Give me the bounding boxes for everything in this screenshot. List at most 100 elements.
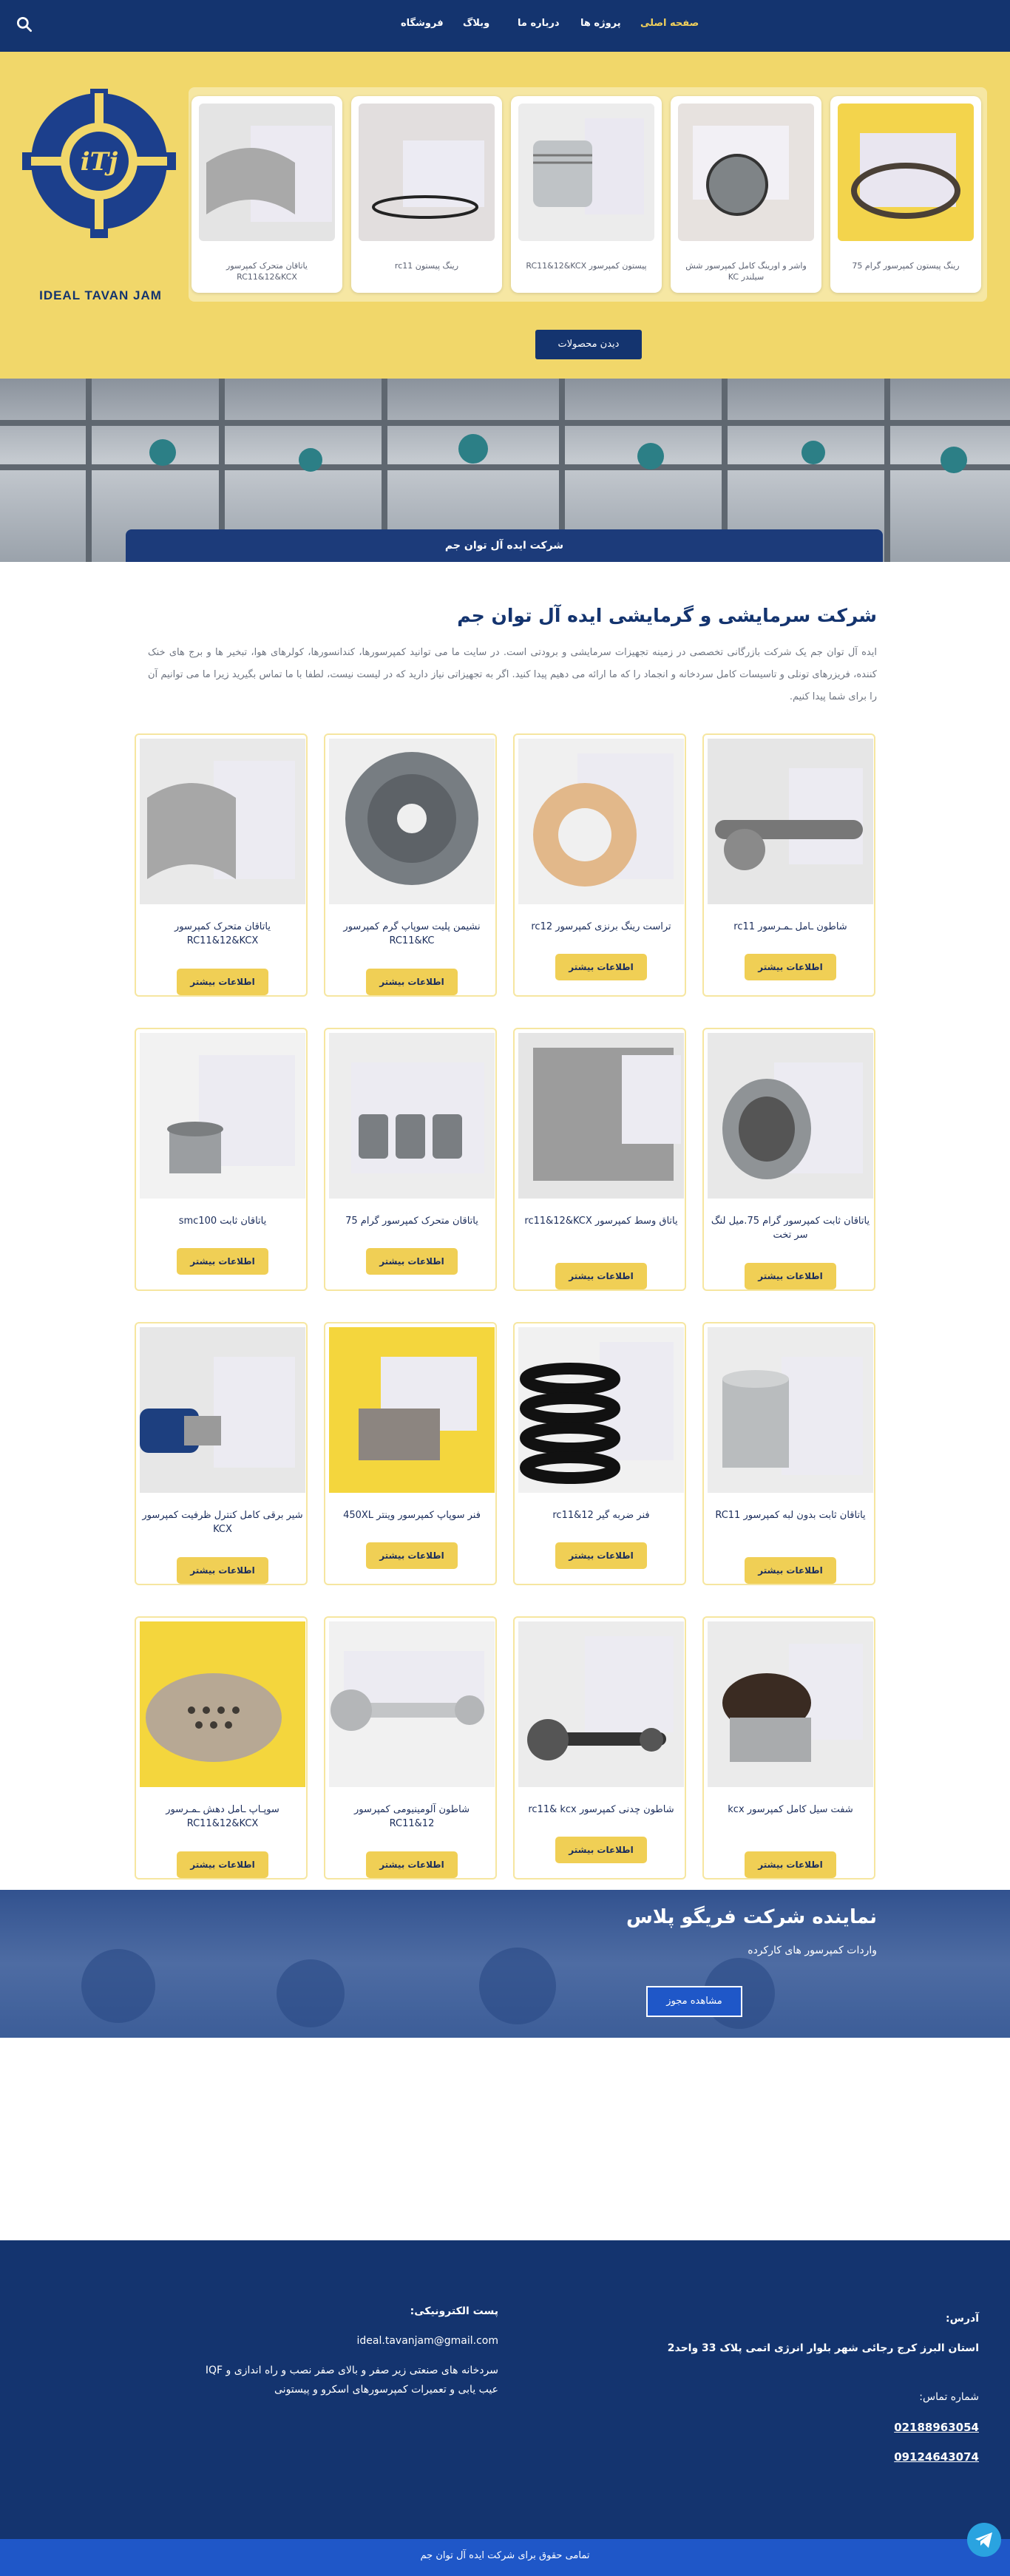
view-license-button[interactable]: مشاهده مجوز — [646, 1986, 742, 2017]
phone-link[interactable]: 09124643074 — [894, 2450, 979, 2464]
more-info-button[interactable]: اطلاعات بیشتر — [745, 1263, 836, 1289]
logo-text: IDEAL TAVAN JAM — [39, 288, 162, 302]
more-info-button[interactable]: اطلاعات بیشتر — [745, 1851, 836, 1878]
email-label: پست الکترونیکی: — [410, 2305, 498, 2317]
address-text: استان البرز کرج رجائی شهر بلوار انرژی ات… — [667, 2342, 979, 2354]
more-info-button[interactable]: اطلاعات بیشتر — [745, 1557, 836, 1584]
more-info-button[interactable]: اطلاعات بیشتر — [555, 1263, 647, 1289]
product-image — [708, 1621, 873, 1787]
more-info-button[interactable]: اطلاعات بیشتر — [177, 1851, 268, 1878]
more-info-button[interactable]: اطلاعات بیشتر — [366, 1542, 458, 1569]
product-image — [140, 1327, 305, 1493]
product-image — [518, 1327, 684, 1493]
product-card[interactable]: یاتاقان متحرک کمپرسور RC11&12&KCX اطلاعا… — [135, 733, 308, 997]
product-image — [199, 104, 335, 241]
product-card[interactable]: یاتاقان ثابت کمپرسور گرام 75.میل لنگ سر … — [702, 1028, 875, 1291]
product-title: یاتاقان متحرک کمپرسور گرام 75 — [345, 1216, 478, 1227]
product-image — [140, 1033, 305, 1199]
footer — [0, 2240, 1010, 2551]
carousel-card[interactable]: رینگ پیستون کمپرسور گرام 75 — [830, 96, 981, 293]
product-title: شفت سیل کامل کمپرسور kcx — [728, 1804, 853, 1815]
more-info-button[interactable]: اطلاعات بیشتر — [366, 1851, 458, 1878]
product-card[interactable]: شاطون ـامل ـمـرسور rc11 اطلاعات بیشتر — [702, 733, 875, 997]
product-card[interactable]: تراست رینگ برنزی کمپرسور rc12 اطلاعات بی… — [513, 733, 686, 997]
more-info-button[interactable]: اطلاعات بیشتر — [177, 1248, 268, 1275]
view-products-button[interactable]: دیدن محصولات — [535, 330, 642, 359]
product-image — [708, 1327, 873, 1493]
product-image — [838, 104, 974, 241]
more-info-button[interactable]: اطلاعات بیشتر — [555, 1542, 647, 1569]
phone-link[interactable]: 02188963054 — [894, 2421, 979, 2434]
company-logo: iTj — [22, 89, 176, 238]
search-icon[interactable] — [15, 15, 34, 34]
product-card[interactable]: فنر ضربه گیر rc11&12 اطلاعات بیشتر — [513, 1322, 686, 1585]
carousel-card[interactable]: پیستون کمپرسور RC11&12&KCX — [511, 96, 662, 293]
product-title: شاطون ـامل ـمـرسور rc11 — [733, 921, 847, 932]
copyright-bar: تمامی حقوق برای شرکت ایده آل توان جم — [0, 2539, 1010, 2576]
top-navbar: صفحه اصلی پروژه ها درباره ما وبلاگ فروشگ… — [0, 0, 1010, 52]
product-image — [329, 1033, 495, 1199]
more-info-button[interactable]: اطلاعات بیشتر — [177, 1557, 268, 1584]
product-title: نشیمن پلیت سوپاپ گرم کمپرسور RC11&KC — [343, 921, 481, 946]
carousel-card[interactable]: واشر و اورینگ کامل کمپرسور شش سیلندر KC — [671, 96, 821, 293]
product-image — [140, 739, 305, 904]
product-card[interactable]: شاطون آلومینیومی کمپرسور RC11&12 اطلاعات… — [324, 1616, 497, 1880]
product-image — [329, 1621, 495, 1787]
nav-about[interactable]: درباره ما — [518, 18, 560, 29]
banner-caption: شرکت ایده آل توان جم — [126, 529, 883, 562]
product-image — [140, 1621, 305, 1787]
product-image — [329, 739, 495, 904]
about-text: ایده آل توان جم یک شرکت بازرگانی تخصصی د… — [148, 647, 877, 702]
product-image — [518, 1033, 684, 1199]
email-link[interactable]: ideal.tavanjam@gmail.com — [357, 2335, 498, 2347]
featured-carousel: رینگ پیستون کمپرسور گرام 75 واشر و اورین… — [189, 87, 987, 302]
product-title: شاطون آلومینیومی کمپرسور RC11&12 — [354, 1804, 470, 1829]
product-card[interactable]: سوپـاپ ـامل دهش ـمـرسور RC11&12&KCX اطلا… — [135, 1616, 308, 1880]
product-title: یاتاق وسط کمپرسور rc11&12&KCX — [524, 1216, 678, 1227]
more-info-button[interactable]: اطلاعات بیشتر — [745, 954, 836, 980]
product-image — [359, 104, 495, 241]
more-info-button[interactable]: اطلاعات بیشتر — [366, 1248, 458, 1275]
product-image — [708, 1033, 873, 1199]
product-card[interactable]: نشیمن پلیت سوپاپ گرم کمپرسور RC11&KC اطل… — [324, 733, 497, 997]
address-label: آدرس: — [946, 2313, 979, 2325]
product-title: فنر ضربه گیر rc11&12 — [552, 1510, 650, 1521]
product-card[interactable]: یاتاق وسط کمپرسور rc11&12&KCX اطلاعات بی… — [513, 1028, 686, 1291]
product-card[interactable]: شاطون چدنی کمپرسور rc11& kcx اطلاعات بیش… — [513, 1616, 686, 1880]
product-title: یاتاقان ثابت smc100 — [178, 1216, 267, 1227]
agent-title: نماینده شرکت فریگو پلاس — [626, 1906, 877, 1928]
product-image — [518, 1621, 684, 1787]
product-title: شیر برقی کامل کنترل ظرفیت کمپرسور KCX — [142, 1510, 303, 1535]
product-title: یاتاقان ثابت بدون لبه کمپرسور RC11 — [715, 1510, 866, 1521]
nav-home[interactable]: صفحه اصلی — [640, 18, 699, 29]
services-line-2: عیب یابی و تعمیرات کمپرسورهای اسکرو و پی… — [274, 2384, 498, 2396]
about-title: شرکت سرمایشی و گرمایشی ایده آل توان جم — [457, 605, 877, 626]
carousel-card[interactable]: رینگ پیستون rc11 — [351, 96, 502, 293]
services-line-1: سردخانه های صنعتی زیر صفر و بالای صفر نص… — [205, 2365, 498, 2376]
agent-subtitle: واردات کمپرسور های کارکرده — [748, 1945, 877, 1956]
product-title: یاتاقان ثابت کمپرسور گرام 75.میل لنگ سر … — [711, 1216, 870, 1241]
nav-blog[interactable]: وبلاگ — [463, 18, 489, 29]
product-title: یاتاقان متحرک کمپرسور RC11&12&KCX — [174, 921, 271, 946]
more-info-button[interactable]: اطلاعات بیشتر — [555, 954, 647, 980]
nav-shop[interactable]: فروشگاه — [401, 18, 444, 29]
phone-label: شماره تماس: — [919, 2391, 979, 2403]
product-image — [518, 104, 654, 241]
product-image — [329, 1327, 495, 1493]
product-card[interactable]: فنر سوپاپ کمپرسور وینتر 450XL اطلاعات بی… — [324, 1322, 497, 1585]
telegram-icon[interactable] — [967, 2523, 1001, 2557]
product-image — [678, 104, 814, 241]
product-card[interactable]: یاتاقان ثابت smc100 اطلاعات بیشتر — [135, 1028, 308, 1291]
product-card[interactable]: شیر برقی کامل کنترل ظرفیت کمپرسور KCX اط… — [135, 1322, 308, 1585]
product-title: فنر سوپاپ کمپرسور وینتر 450XL — [343, 1510, 481, 1521]
carousel-card[interactable]: یاتاقان متحرک کمپرسور RC11&12&KCX — [192, 96, 342, 293]
nav-projects[interactable]: پروژه ها — [580, 18, 621, 29]
product-card[interactable]: شفت سیل کامل کمپرسور kcx اطلاعات بیشتر — [702, 1616, 875, 1880]
product-card[interactable]: یاتاقان متحرک کمپرسور گرام 75 اطلاعات بی… — [324, 1028, 497, 1291]
more-info-button[interactable]: اطلاعات بیشتر — [177, 969, 268, 995]
product-card[interactable]: یاتاقان ثابت بدون لبه کمپرسور RC11 اطلاع… — [702, 1322, 875, 1585]
product-image — [518, 739, 684, 904]
product-title: تراست رینگ برنزی کمپرسور rc12 — [531, 921, 671, 932]
more-info-button[interactable]: اطلاعات بیشتر — [555, 1837, 647, 1863]
more-info-button[interactable]: اطلاعات بیشتر — [366, 969, 458, 995]
